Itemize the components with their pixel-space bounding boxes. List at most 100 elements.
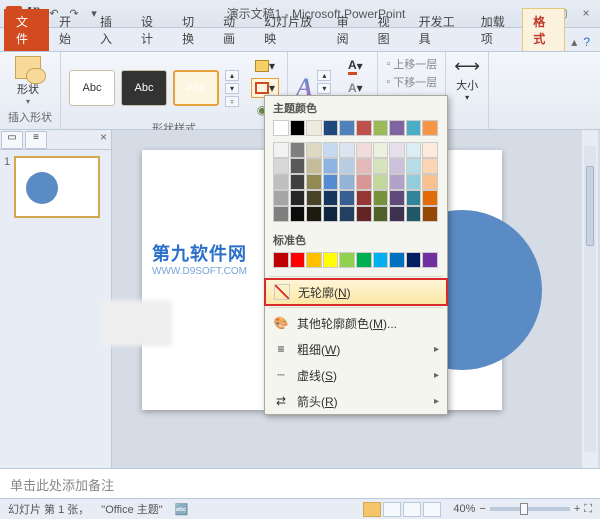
size-icon[interactable]: ⟷ xyxy=(454,56,480,77)
color-swatch[interactable] xyxy=(306,252,322,268)
color-swatch[interactable] xyxy=(323,252,339,268)
gallery-up-icon[interactable]: ▴ xyxy=(225,70,239,81)
arrows-item[interactable]: ⇄ 箭头(R) ▸ xyxy=(265,388,447,414)
color-swatch[interactable] xyxy=(356,120,372,136)
color-swatch[interactable] xyxy=(323,158,339,174)
color-swatch[interactable] xyxy=(422,158,438,174)
zoom-slider-thumb[interactable] xyxy=(520,503,528,515)
color-swatch[interactable] xyxy=(339,174,355,190)
color-swatch[interactable] xyxy=(373,174,389,190)
style-swatch-1[interactable]: Abc xyxy=(69,70,115,106)
color-swatch[interactable] xyxy=(389,158,405,174)
color-swatch[interactable] xyxy=(356,190,372,206)
reading-view-button[interactable] xyxy=(403,502,421,517)
color-swatch[interactable] xyxy=(373,252,389,268)
color-swatch[interactable] xyxy=(323,206,339,222)
color-swatch[interactable] xyxy=(306,120,322,136)
fit-to-window-button[interactable]: ⛶ xyxy=(584,503,592,516)
tab-slideshow[interactable]: 幻灯片放映 xyxy=(254,9,327,51)
shapes-button[interactable]: 形状 ▾ xyxy=(8,56,48,106)
style-swatch-3[interactable]: Abc xyxy=(173,70,219,106)
close-button[interactable]: × xyxy=(578,6,594,22)
color-swatch[interactable] xyxy=(389,120,405,136)
tab-design[interactable]: 设计 xyxy=(131,9,172,51)
color-swatch[interactable] xyxy=(273,190,289,206)
tab-insert[interactable]: 插入 xyxy=(90,9,131,51)
color-swatch[interactable] xyxy=(389,142,405,158)
color-swatch[interactable] xyxy=(422,142,438,158)
color-swatch[interactable] xyxy=(406,142,422,158)
panel-tab-slides[interactable]: ▭ xyxy=(1,131,23,149)
color-swatch[interactable] xyxy=(373,158,389,174)
color-swatch[interactable] xyxy=(290,158,306,174)
color-swatch[interactable] xyxy=(323,120,339,136)
tab-review[interactable]: 审阅 xyxy=(327,9,368,51)
no-outline-item[interactable]: 无轮廓(N) xyxy=(265,279,447,305)
color-swatch[interactable] xyxy=(290,120,306,136)
color-swatch[interactable] xyxy=(356,206,372,222)
color-swatch[interactable] xyxy=(339,190,355,206)
color-swatch[interactable] xyxy=(406,174,422,190)
color-swatch[interactable] xyxy=(373,190,389,206)
zoom-slider[interactable] xyxy=(490,507,570,511)
color-swatch[interactable] xyxy=(339,158,355,174)
color-swatch[interactable] xyxy=(356,142,372,158)
color-swatch[interactable] xyxy=(273,252,289,268)
color-swatch[interactable] xyxy=(389,252,405,268)
color-swatch[interactable] xyxy=(290,252,306,268)
color-swatch[interactable] xyxy=(389,206,405,222)
zoom-in-button[interactable]: + xyxy=(574,503,580,515)
normal-view-button[interactable] xyxy=(363,502,381,517)
panel-tab-outline[interactable]: ≡ xyxy=(25,131,47,149)
gallery-more-icon[interactable]: ꞊ xyxy=(225,96,239,107)
color-swatch[interactable] xyxy=(422,252,438,268)
wa-up-icon[interactable]: ▴ xyxy=(317,70,331,81)
color-swatch[interactable] xyxy=(323,174,339,190)
color-swatch[interactable] xyxy=(339,120,355,136)
color-swatch[interactable] xyxy=(356,174,372,190)
zoom-percent[interactable]: 40% xyxy=(453,503,475,515)
slideshow-view-button[interactable] xyxy=(423,502,441,517)
color-swatch[interactable] xyxy=(290,142,306,158)
color-swatch[interactable] xyxy=(389,190,405,206)
send-backward-button[interactable]: ▫下移一层 xyxy=(386,74,437,90)
vertical-scrollbar[interactable] xyxy=(582,130,598,468)
weight-item[interactable]: ≡ 粗细(W) ▸ xyxy=(265,336,447,362)
color-swatch[interactable] xyxy=(389,174,405,190)
more-outline-colors-item[interactable]: 🎨 其他轮廓颜色(M)... xyxy=(265,310,447,336)
color-swatch[interactable] xyxy=(406,120,422,136)
thumbnail-row[interactable]: 1 xyxy=(0,150,111,224)
color-swatch[interactable] xyxy=(306,158,322,174)
tab-format[interactable]: 格式 xyxy=(522,8,565,51)
color-swatch[interactable] xyxy=(406,158,422,174)
tab-developer[interactable]: 开发工具 xyxy=(409,9,471,51)
color-swatch[interactable] xyxy=(273,120,289,136)
color-swatch[interactable] xyxy=(323,190,339,206)
color-swatch[interactable] xyxy=(273,206,289,222)
color-swatch[interactable] xyxy=(373,206,389,222)
color-swatch[interactable] xyxy=(273,158,289,174)
notes-pane[interactable]: 单击此处添加备注 xyxy=(0,468,600,498)
help-icon[interactable]: ? xyxy=(583,35,590,49)
color-swatch[interactable] xyxy=(373,120,389,136)
color-swatch[interactable] xyxy=(422,120,438,136)
color-swatch[interactable] xyxy=(306,174,322,190)
tab-transitions[interactable]: 切换 xyxy=(172,9,213,51)
color-swatch[interactable] xyxy=(306,142,322,158)
dashes-item[interactable]: ┈ 虚线(S) ▸ xyxy=(265,362,447,388)
color-swatch[interactable] xyxy=(356,158,372,174)
color-swatch[interactable] xyxy=(273,142,289,158)
color-swatch[interactable] xyxy=(273,174,289,190)
color-swatch[interactable] xyxy=(406,190,422,206)
color-swatch[interactable] xyxy=(339,206,355,222)
color-swatch[interactable] xyxy=(323,142,339,158)
wa-down-icon[interactable]: ▾ xyxy=(317,83,331,94)
color-swatch[interactable] xyxy=(339,142,355,158)
color-swatch[interactable] xyxy=(290,206,306,222)
tab-home[interactable]: 开始 xyxy=(49,9,90,51)
color-swatch[interactable] xyxy=(406,206,422,222)
color-swatch[interactable] xyxy=(422,206,438,222)
color-swatch[interactable] xyxy=(422,190,438,206)
sorter-view-button[interactable] xyxy=(383,502,401,517)
tab-view[interactable]: 视图 xyxy=(368,9,409,51)
